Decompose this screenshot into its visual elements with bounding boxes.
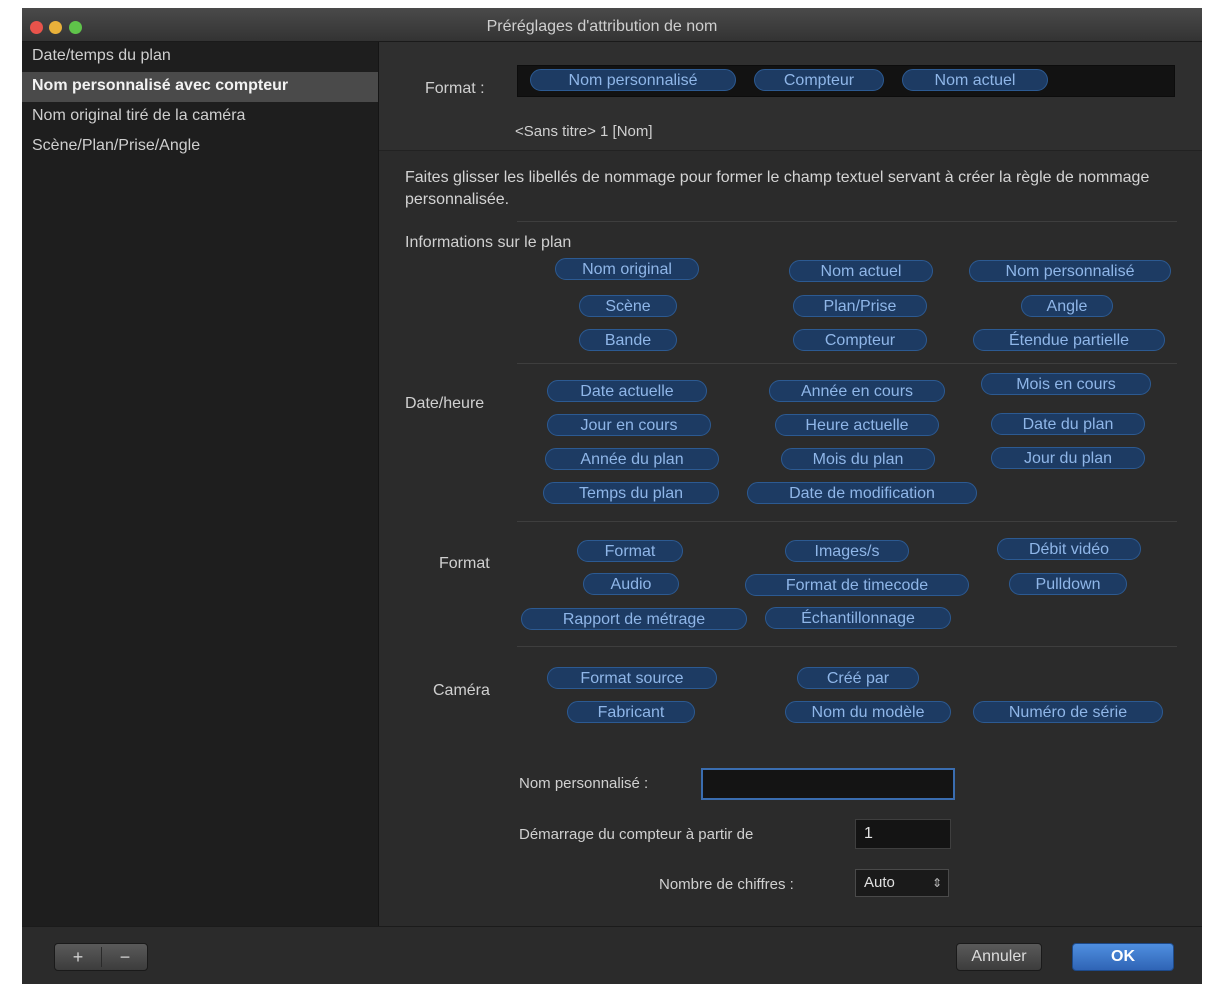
token-custom-name[interactable]: Nom personnalisé (969, 260, 1171, 282)
title-bar: Préréglages d'attribution de nom (22, 8, 1202, 42)
section-label-date: Date/heure (405, 395, 485, 412)
token-current-month[interactable]: Mois en cours (981, 373, 1151, 395)
digits-select[interactable]: Auto ⇕ (855, 869, 949, 897)
divider-date (517, 363, 1177, 364)
preset-item-date-time[interactable]: Date/temps du plan (22, 42, 378, 72)
token-timecode-format[interactable]: Format de timecode (745, 574, 969, 596)
token-angle[interactable]: Angle (1021, 295, 1113, 317)
token-serial-number[interactable]: Numéro de série (973, 701, 1163, 723)
token-shot-day[interactable]: Jour du plan (991, 447, 1145, 469)
preset-item-scene-shot-take-angle[interactable]: Scène/Plan/Prise/Angle (22, 132, 378, 162)
token-format[interactable]: Format (577, 540, 683, 562)
format-token-counter[interactable]: Compteur (754, 69, 884, 91)
format-field[interactable]: Nom personnalisé Compteur Nom actuel (517, 65, 1175, 97)
counter-start-label: Démarrage du compteur à partir de (519, 826, 754, 843)
token-shot-year[interactable]: Année du plan (545, 448, 719, 470)
token-aspect-ratio[interactable]: Rapport de métrage (521, 608, 747, 630)
remove-preset-button[interactable]: − (102, 944, 148, 970)
token-original-name[interactable]: Nom original (555, 258, 699, 280)
custom-name-field[interactable] (701, 768, 955, 800)
token-current-time[interactable]: Heure actuelle (775, 414, 939, 436)
section-label-info: Informations sur le plan (405, 234, 572, 251)
token-partial-range[interactable]: Étendue partielle (973, 329, 1165, 351)
section-label-camera: Caméra (433, 682, 490, 699)
window-title: Préréglages d'attribution de nom (486, 18, 718, 35)
token-pulldown[interactable]: Pulldown (1009, 573, 1127, 595)
format-token-current-name[interactable]: Nom actuel (902, 69, 1048, 91)
token-counter[interactable]: Compteur (793, 329, 927, 351)
token-model-name[interactable]: Nom du modèle (785, 701, 951, 723)
token-source-format[interactable]: Format source (547, 667, 717, 689)
instructions-text: Faites glisser les libellés de nommage p… (405, 169, 1150, 208)
format-token-custom-name[interactable]: Nom personnalisé (530, 69, 736, 91)
add-preset-button[interactable]: + (55, 944, 101, 970)
divider-camera (517, 646, 1177, 647)
stepper-arrows-icon: ⇕ (931, 876, 942, 890)
format-preview: <Sans titre> 1 [Nom] (515, 123, 653, 140)
naming-presets-window: Préréglages d'attribution de nom Date/te… (22, 8, 1202, 984)
cancel-button[interactable]: Annuler (956, 943, 1042, 971)
token-shot-take[interactable]: Plan/Prise (793, 295, 927, 317)
preset-item-custom-name-counter[interactable]: Nom personnalisé avec compteur (22, 72, 378, 102)
preset-list: Date/temps du plan Nom personnalisé avec… (22, 42, 379, 926)
token-current-name[interactable]: Nom actuel (789, 260, 933, 282)
token-video-bitrate[interactable]: Débit vidéo (997, 538, 1141, 560)
token-shot-time[interactable]: Temps du plan (543, 482, 719, 504)
divider-info (517, 221, 1177, 222)
custom-name-label: Nom personnalisé : (519, 775, 649, 792)
token-shot-month[interactable]: Mois du plan (781, 448, 935, 470)
digits-label: Nombre de chiffres : (659, 876, 794, 893)
add-remove-control: + − (54, 943, 148, 971)
token-sampling[interactable]: Échantillonnage (765, 607, 951, 629)
token-modification-date[interactable]: Date de modification (747, 482, 977, 504)
format-label: Format : (425, 80, 485, 97)
footer-bar: + − Annuler OK (22, 926, 1202, 984)
preset-item-camera-name[interactable]: Nom original tiré de la caméra (22, 102, 378, 132)
token-created-by[interactable]: Créé par (797, 667, 919, 689)
divider-format (517, 521, 1177, 522)
ok-button[interactable]: OK (1072, 943, 1174, 971)
token-current-day[interactable]: Jour en cours (547, 414, 711, 436)
token-current-year[interactable]: Année en cours (769, 380, 945, 402)
section-label-format: Format (439, 555, 490, 572)
token-manufacturer[interactable]: Fabricant (567, 701, 695, 723)
digits-select-value: Auto (864, 874, 895, 891)
token-reel[interactable]: Bande (579, 329, 677, 351)
token-frame-rate[interactable]: Images/s (785, 540, 909, 562)
counter-start-field[interactable]: 1 (855, 819, 951, 849)
preset-editor: Format : Nom personnalisé Compteur Nom a… (379, 42, 1202, 926)
token-scene[interactable]: Scène (579, 295, 677, 317)
token-shot-date[interactable]: Date du plan (991, 413, 1145, 435)
format-area: Format : Nom personnalisé Compteur Nom a… (379, 42, 1202, 151)
token-audio[interactable]: Audio (583, 573, 679, 595)
token-current-date[interactable]: Date actuelle (547, 380, 707, 402)
